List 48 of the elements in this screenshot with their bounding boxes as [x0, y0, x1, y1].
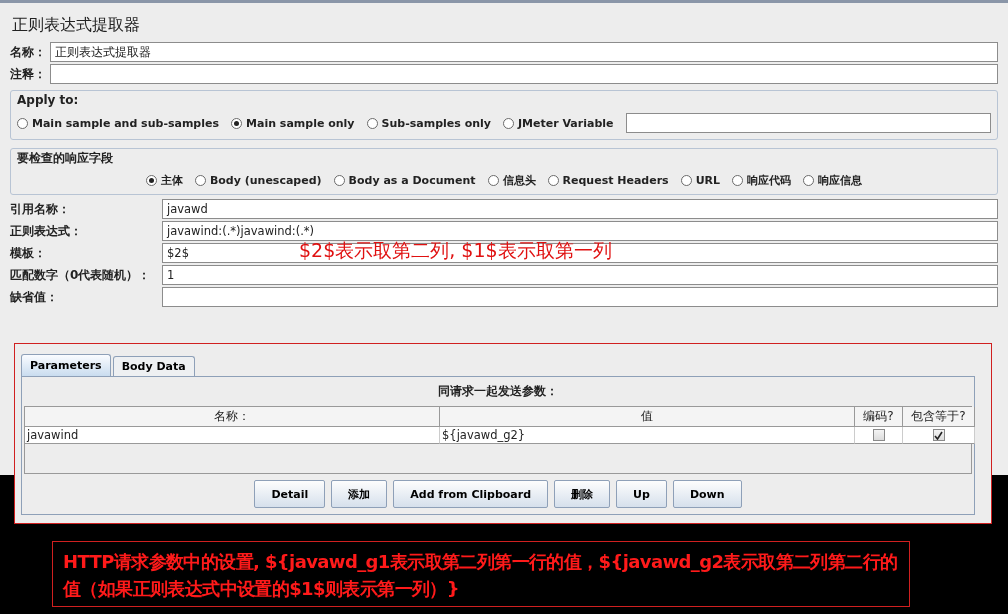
field-label: 匹配数字（0代表随机）： — [10, 266, 152, 284]
radio-option[interactable]: JMeter Variable — [502, 116, 614, 130]
input-field[interactable]: $2$ $2$表示取第二列, $1$表示取第一列 — [162, 243, 998, 263]
radio-option[interactable]: 主体 — [145, 173, 183, 188]
name-label: 名称： — [10, 43, 46, 61]
input-field[interactable]: 1 — [162, 265, 998, 285]
radio-option[interactable]: Request Headers — [547, 174, 669, 187]
checkbox[interactable] — [872, 429, 885, 441]
radio-option[interactable]: Body as a Document — [333, 174, 476, 187]
action-button[interactable]: Down — [672, 480, 742, 508]
action-button[interactable]: Up — [616, 480, 667, 508]
action-button[interactable]: 删除 — [554, 480, 611, 508]
panel-title: 正则表达式提取器 — [11, 14, 141, 36]
radio-option[interactable]: URL — [680, 174, 721, 187]
column-header: 编码? — [855, 407, 903, 427]
column-header: 名称： — [25, 407, 440, 427]
caption-text: HTTP请求参数中的设置, ${javawd_g1表示取第二列第一行的值，${javawd_g2表示取第二列第二行的值（如果正则表达式中设置的$1$则表示第一列）} — [52, 541, 910, 607]
action-button[interactable]: Add from Clipboard — [393, 480, 549, 508]
action-button[interactable]: Detail — [254, 480, 326, 508]
table-cell: ${javawd_g2} — [440, 427, 855, 444]
comment-label: 注释： — [10, 65, 46, 83]
field-label: 模板： — [10, 244, 47, 262]
column-header: 值 — [440, 407, 855, 427]
variable-field[interactable] — [625, 113, 991, 133]
input-field[interactable]: javawd — [162, 199, 998, 219]
tab[interactable]: Parameters — [21, 354, 111, 376]
radio-option[interactable]: 信息头 — [487, 173, 536, 188]
name-field[interactable]: 正则表达式提取器 — [50, 42, 998, 62]
table-title: 同请求一起发送参数： — [438, 383, 558, 400]
field-label: 缺省值： — [10, 288, 59, 306]
tab[interactable]: Body Data — [112, 356, 195, 376]
checkbox[interactable] — [932, 429, 945, 441]
group-legend: Apply to: — [17, 93, 79, 107]
column-header: 包含等于? — [903, 407, 975, 427]
radio-option[interactable]: Sub-samples only — [366, 116, 491, 130]
radio-option[interactable]: 响应信息 — [803, 173, 863, 188]
radio-option[interactable]: Main sample and sub-samples — [17, 116, 220, 130]
radio-option[interactable]: Body (unescaped) — [194, 174, 322, 187]
input-field[interactable] — [162, 287, 998, 307]
radio-option[interactable]: 响应代码 — [732, 173, 792, 188]
field-label: 引用名称： — [10, 200, 71, 218]
comment-field[interactable] — [50, 64, 998, 84]
input-field[interactable]: javawind:(.*)javawind:(.*) — [162, 221, 998, 241]
field-label: 正则表达式： — [10, 222, 83, 240]
group-legend: 要检查的响应字段 — [17, 150, 113, 167]
action-button[interactable]: 添加 — [331, 480, 388, 508]
table-cell: javawind — [25, 427, 440, 444]
radio-option[interactable]: Main sample only — [231, 116, 355, 130]
